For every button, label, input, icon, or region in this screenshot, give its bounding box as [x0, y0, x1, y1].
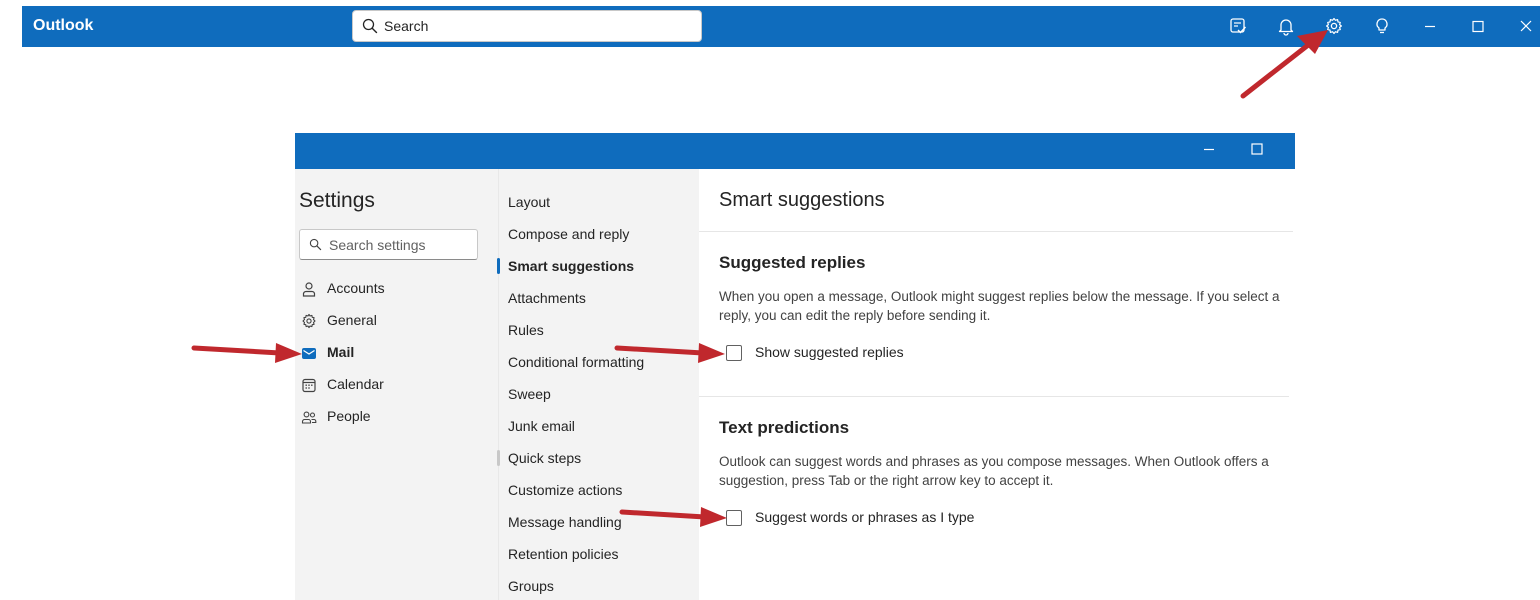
annotation-arrow-mail: [191, 343, 302, 363]
subnav-item-label: Sweep: [508, 386, 551, 402]
settings-maximize-icon[interactable]: [1249, 141, 1265, 157]
subnav-item-junk-email[interactable]: Junk email: [508, 415, 693, 439]
divider: [699, 396, 1289, 397]
subnav-item-label: Retention policies: [508, 546, 619, 562]
section-title-text-predictions: Text predictions: [719, 418, 850, 437]
settings-titlebar: [295, 133, 1295, 169]
nav-item-label: Mail: [327, 344, 355, 360]
nav-item-label: People: [327, 408, 371, 424]
divider: [699, 231, 1293, 232]
subnav-item-conditional-formatting[interactable]: Conditional formatting: [508, 351, 693, 375]
subnav-item-label: Compose and reply: [508, 226, 630, 242]
settings-minimize-icon[interactable]: [1201, 141, 1217, 157]
search-icon: [309, 238, 322, 251]
subnav-item-groups[interactable]: Groups: [508, 575, 693, 599]
subnav-item-label: Junk email: [508, 418, 575, 434]
suggest-words-checkbox[interactable]: Suggest words or phrases as I type: [726, 508, 1046, 528]
minimize-icon[interactable]: [1420, 16, 1440, 36]
section-description: When you open a message, Outlook might s…: [719, 289, 1280, 323]
subnav-item-label: Customize actions: [508, 482, 623, 498]
settings-search-input[interactable]: [327, 234, 471, 256]
subnav-item-smart-suggestions[interactable]: Smart suggestions: [497, 255, 693, 279]
subnav-item-quick-steps[interactable]: Quick steps: [497, 447, 693, 471]
subnav-item-rules[interactable]: Rules: [508, 319, 693, 343]
subnav-item-label: Groups: [508, 578, 554, 594]
subnav-item-label: Conditional formatting: [508, 354, 645, 370]
nav-item-accounts[interactable]: Accounts: [299, 277, 489, 301]
mail-settings-subnav: Layout Compose and reply Smart suggestio…: [497, 169, 700, 600]
subnav-item-customize-actions[interactable]: Customize actions: [508, 479, 693, 503]
nav-item-label: General: [327, 312, 377, 328]
subnav-item-attachments[interactable]: Attachments: [508, 287, 693, 311]
people-icon: [301, 409, 317, 425]
search-label: Search: [384, 18, 429, 34]
subnav-item-message-handling[interactable]: Message handling: [508, 511, 693, 535]
app-title: Outlook: [33, 17, 94, 34]
section-description: Outlook can suggest words and phrases as…: [719, 454, 1269, 488]
settings-nav: Settings Accounts General Mail: [295, 169, 498, 600]
selected-indicator: [497, 258, 500, 274]
subnav-item-retention-policies[interactable]: Retention policies: [508, 543, 693, 567]
nav-item-calendar[interactable]: Calendar: [299, 373, 489, 397]
settings-heading: Settings: [299, 189, 375, 212]
search-icon: [362, 18, 378, 34]
subnav-item-label: Quick steps: [508, 450, 582, 466]
page-title: Smart suggestions: [719, 189, 885, 211]
show-suggested-replies-checkbox[interactable]: Show suggested replies: [726, 343, 1046, 363]
bell-icon[interactable]: [1276, 16, 1296, 36]
subnav-item-label: Layout: [508, 194, 551, 210]
gear-icon[interactable]: [1324, 16, 1344, 36]
nav-item-general[interactable]: General: [299, 309, 489, 333]
search-box[interactable]: Search: [352, 10, 702, 42]
calendar-icon: [301, 377, 317, 393]
section-title-suggested-replies: Suggested replies: [719, 253, 866, 272]
subnav-item-layout[interactable]: Layout: [508, 191, 693, 215]
checkbox-label: Show suggested replies: [755, 344, 904, 360]
subnav-item-compose-and-reply[interactable]: Compose and reply: [508, 223, 693, 247]
nav-item-label: Accounts: [327, 280, 385, 296]
subnav-item-sweep[interactable]: Sweep: [508, 383, 693, 407]
settings-content-pane: Smart suggestions Suggested replies When…: [699, 169, 1295, 600]
nav-item-label: Calendar: [327, 376, 384, 392]
settings-dialog: Settings Accounts General Mail: [295, 133, 1295, 600]
my-day-icon[interactable]: [1228, 16, 1248, 36]
gear-icon: [301, 313, 317, 329]
checkbox-label: Suggest words or phrases as I type: [755, 509, 975, 525]
mail-icon: [301, 345, 317, 361]
hover-indicator: [497, 450, 500, 466]
maximize-icon[interactable]: [1468, 16, 1488, 36]
subnav-item-label: Rules: [508, 322, 544, 338]
subnav-item-label: Attachments: [508, 290, 586, 306]
checkbox-box[interactable]: [726, 510, 742, 526]
subnav-item-label: Message handling: [508, 514, 622, 530]
nav-item-mail[interactable]: Mail: [299, 341, 489, 365]
person-icon: [301, 281, 317, 297]
nav-item-people[interactable]: People: [299, 405, 489, 429]
settings-search-box[interactable]: [299, 229, 478, 260]
checkbox-box[interactable]: [726, 345, 742, 361]
app-header: Outlook Search: [22, 6, 1540, 47]
close-icon[interactable]: [1516, 16, 1536, 36]
lightbulb-icon[interactable]: [1372, 16, 1392, 36]
subnav-item-label: Smart suggestions: [508, 258, 635, 274]
